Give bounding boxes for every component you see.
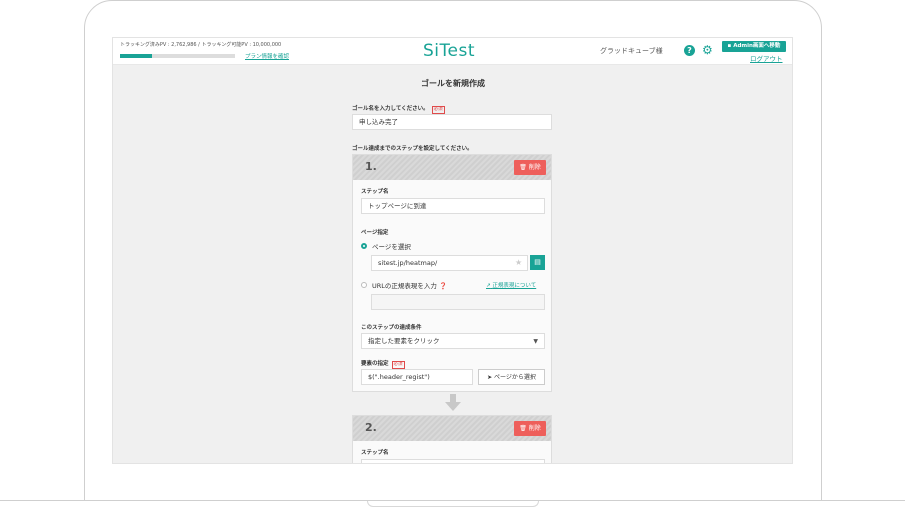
pick-from-page-button[interactable]: ➤ ページから選択 xyxy=(478,369,545,385)
star-icon[interactable]: ★ xyxy=(515,258,522,267)
element-selector-input[interactable]: $(".header_regist") xyxy=(361,369,473,385)
document-icon: ▤ xyxy=(534,258,541,266)
page-list-button[interactable]: ▤ xyxy=(530,255,545,270)
top-bar: トラッキング済みPV : 2,762,986 / トラッキング可能PV : 10… xyxy=(113,38,792,65)
page-url-input[interactable]: sitest.jp/heatmap/ xyxy=(371,255,528,271)
step-name-label: ステップ名 xyxy=(361,189,389,195)
step-number: 1. xyxy=(365,160,377,173)
help-icon[interactable]: ? xyxy=(684,45,695,56)
step-header: 1. 🗑 削除 xyxy=(353,155,551,180)
delete-button[interactable]: 🗑 削除 xyxy=(514,160,546,175)
cursor-icon: ➤ xyxy=(487,374,493,381)
logo[interactable]: SiTest xyxy=(423,41,475,61)
radio-select-page[interactable] xyxy=(361,243,367,249)
radio-regex[interactable] xyxy=(361,282,367,288)
step-number: 2. xyxy=(365,421,377,434)
steps-label: ゴール達成までのステップを設定してください。 xyxy=(352,146,473,152)
admin-button[interactable]: ▪ Admin画面へ移動 xyxy=(722,41,786,52)
condition-select[interactable]: 指定した要素をクリック ▼ xyxy=(361,333,545,349)
delete-label: 削除 xyxy=(528,164,541,171)
trash-icon: ▪ xyxy=(727,43,732,49)
page-title: ゴールを新規作成 xyxy=(421,79,485,88)
trash-icon: 🗑 xyxy=(519,164,527,171)
required-badge: 必須 xyxy=(431,106,445,114)
trash-icon: 🗑 xyxy=(519,425,527,432)
step-name-input[interactable] xyxy=(361,459,545,463)
page-spec-label: ページ指定 xyxy=(361,230,389,236)
plan-info-link[interactable]: プラン情報を確認 xyxy=(245,52,289,60)
info-icon: ❓ xyxy=(438,282,448,290)
condition-label: このステップの達成条件 xyxy=(361,325,422,331)
radio-select-page-label: ページを選択 xyxy=(372,243,411,251)
required-badge: 必須 xyxy=(391,361,405,369)
app-screen: トラッキング済みPV : 2,762,986 / トラッキング可能PV : 10… xyxy=(112,37,793,464)
radio-regex-label: URLの正規表現を入力 ❓ xyxy=(372,282,448,290)
user-name: グラッドキューブ様 xyxy=(600,47,663,55)
step-header: 2. 🗑 削除 xyxy=(353,416,551,441)
step-name-label: ステップ名 xyxy=(361,450,389,456)
goal-name-input[interactable]: 申し込み完了 xyxy=(352,114,552,130)
arrow-down-icon xyxy=(445,394,461,411)
admin-button-label: Admin画面へ移動 xyxy=(733,43,781,49)
tracking-info: トラッキング済みPV : 2,762,986 / トラッキング可能PV : 10… xyxy=(120,42,282,48)
delete-label: 削除 xyxy=(528,425,541,432)
gear-icon[interactable]: ⚙ xyxy=(702,42,713,58)
tracking-progress-fill xyxy=(120,54,153,58)
goal-name-label: ゴール名を入力してください。 必須 xyxy=(352,106,445,114)
regex-input[interactable] xyxy=(371,294,545,310)
laptop-notch xyxy=(367,501,539,507)
external-link-icon: ↗ xyxy=(486,283,491,289)
chevron-down-icon: ▼ xyxy=(533,338,538,345)
step-card-2: 2. 🗑 削除 ステップ名 xyxy=(352,415,552,463)
logout-link[interactable]: ログアウト xyxy=(750,53,783,63)
step-name-input[interactable]: トップページに到達 xyxy=(361,198,545,214)
tracking-progress-bar xyxy=(120,54,235,58)
delete-button[interactable]: 🗑 削除 xyxy=(514,421,546,436)
step-card-1: 1. 🗑 削除 ステップ名 トップページに到達 ページ指定 ページを選択 sit… xyxy=(352,154,552,392)
regex-help-link[interactable]: ↗ 正規表現について xyxy=(486,281,536,289)
element-label: 要素の指定 必須 xyxy=(361,361,405,369)
